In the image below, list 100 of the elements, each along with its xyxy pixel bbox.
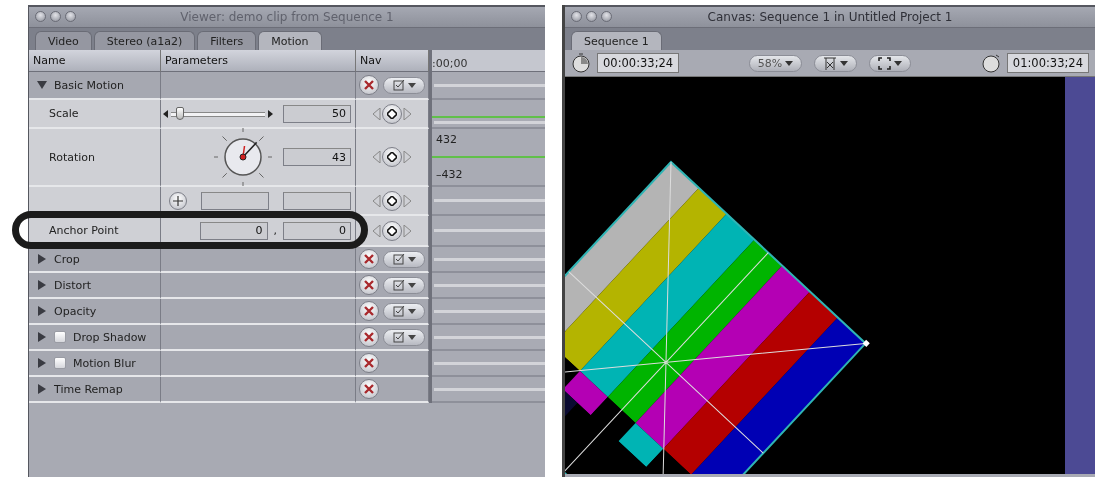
group-label: Time Remap (54, 382, 123, 396)
caret-icon (407, 308, 416, 314)
tab[interactable]: Filters (197, 31, 257, 50)
reset-button[interactable] (359, 301, 379, 321)
value-field[interactable]: 0 (199, 221, 268, 240)
add-keyframe-button[interactable] (382, 220, 402, 241)
caret-icon (407, 282, 416, 288)
minimize-window-button[interactable] (50, 11, 61, 22)
disclosure-triangle-icon[interactable] (37, 306, 47, 316)
diamond-icon (387, 195, 397, 206)
caret-icon (894, 60, 903, 66)
graph-min-label: –432 (435, 168, 464, 181)
close-icon (364, 358, 374, 368)
close-icon (364, 332, 374, 342)
reset-button[interactable] (359, 275, 379, 295)
zoom-window-button[interactable] (601, 11, 612, 22)
keyframe-menu-button[interactable] (383, 276, 425, 294)
current-timecode-field[interactable]: 00:00:33;24 (597, 53, 680, 73)
zoom-window-button[interactable] (65, 11, 76, 22)
checkbox-icon (392, 305, 405, 317)
right-arrow-icon[interactable] (268, 109, 273, 118)
plus-icon (173, 195, 183, 206)
disclosure-triangle-icon[interactable] (37, 332, 47, 342)
slider-track[interactable] (171, 107, 265, 120)
close-icon (364, 280, 374, 290)
caret-icon (407, 82, 416, 88)
checkbox-icon (392, 331, 405, 343)
checkbox[interactable] (54, 331, 66, 343)
zoom-popup-button[interactable]: 58% (748, 54, 803, 72)
group-label: Opacity (54, 304, 97, 318)
checkbox-icon (392, 279, 405, 291)
add-keyframe-button[interactable] (382, 190, 402, 211)
value-field[interactable]: 0 (283, 221, 351, 240)
caret-icon (840, 60, 849, 66)
checkbox-icon (392, 79, 405, 91)
display-popup-button[interactable] (869, 54, 912, 72)
close-icon (364, 384, 374, 394)
disclosure-triangle-icon[interactable] (37, 384, 47, 394)
caret-icon (785, 60, 794, 66)
reset-button[interactable] (359, 353, 379, 373)
column-header[interactable]: Parameters (161, 50, 356, 72)
parameter-label: Scale (49, 107, 79, 120)
group-label: Drop Shadow (73, 330, 147, 344)
stopwatch-icon (980, 53, 1001, 73)
tab[interactable]: Sequence 1 (571, 31, 662, 50)
column-header[interactable]: Nav (356, 50, 429, 72)
duration-timecode-field[interactable]: 01:00:33;24 (1006, 53, 1089, 73)
diamond-icon (387, 152, 397, 162)
view-popup-button[interactable] (814, 54, 858, 72)
value-field[interactable]: 43 (283, 148, 351, 166)
close-window-button[interactable] (571, 11, 582, 22)
close-window-button[interactable] (35, 11, 46, 22)
stopwatch-icon (571, 53, 591, 73)
minimize-window-button[interactable] (586, 11, 597, 22)
group-label: Crop (54, 252, 80, 266)
reset-button[interactable] (359, 379, 379, 399)
disclosure-triangle-icon[interactable] (37, 280, 47, 290)
close-icon (364, 80, 374, 90)
disclosure-triangle-icon[interactable] (37, 80, 47, 90)
value-field[interactable] (201, 191, 269, 210)
caret-icon (407, 334, 416, 340)
close-icon (364, 254, 374, 264)
disclosure-triangle-icon[interactable] (37, 254, 47, 264)
keyframe-menu-button[interactable] (383, 328, 425, 346)
reset-button[interactable] (359, 249, 379, 269)
graph-max-label: 432 (435, 133, 458, 146)
reset-button[interactable] (359, 75, 379, 95)
window-title: Canvas: Sequence 1 in Untitled Project 1 (706, 10, 954, 24)
slider-thumb[interactable] (176, 107, 185, 120)
disclosure-triangle-icon[interactable] (37, 358, 47, 368)
add-keyframe-button[interactable] (382, 147, 402, 167)
add-keyframe-button[interactable] (382, 103, 402, 124)
checkbox-icon (392, 253, 405, 265)
tab[interactable]: Stereo (a1a2) (93, 31, 196, 50)
view-icon (823, 56, 838, 70)
rotation-dial[interactable] (213, 127, 273, 187)
left-arrow-icon[interactable] (163, 109, 168, 118)
diamond-icon (387, 108, 397, 119)
group-label: Basic Motion (54, 78, 124, 92)
frame-icon (878, 56, 892, 70)
window-title: Viewer: demo clip from Sequence 1 (179, 10, 395, 24)
tab[interactable]: Motion (258, 31, 322, 50)
group-label: Motion Blur (73, 356, 136, 370)
reset-button[interactable] (359, 327, 379, 347)
parameter-label: Anchor Point (49, 224, 119, 237)
value-field[interactable] (283, 191, 351, 210)
keyframe-menu-button[interactable] (383, 76, 425, 94)
diamond-icon (387, 225, 397, 236)
parameter-label: Rotation (49, 150, 95, 164)
crosshair-button[interactable] (169, 191, 187, 210)
timecode-label: :00;00 (432, 57, 468, 70)
checkbox[interactable] (54, 357, 66, 369)
column-header[interactable]: Name (29, 50, 161, 72)
caret-icon (407, 256, 416, 262)
group-label: Distort (54, 278, 92, 292)
close-icon (364, 306, 374, 316)
keyframe-menu-button[interactable] (383, 302, 425, 320)
keyframe-menu-button[interactable] (383, 250, 425, 268)
value-field[interactable]: 50 (283, 104, 351, 123)
tab[interactable]: Video (35, 31, 92, 50)
